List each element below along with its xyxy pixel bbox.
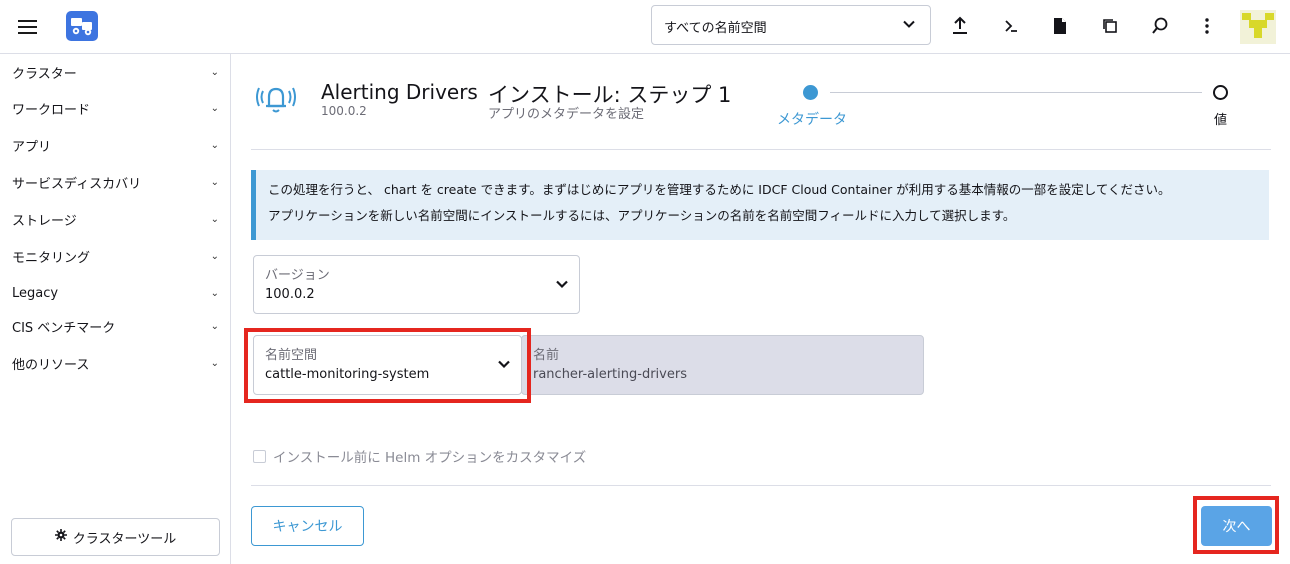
namespace-select[interactable]: 名前空間 cattle-monitoring-system [253, 335, 522, 395]
chevron-down-icon: ⌄ [210, 66, 219, 78]
sidebar-item-label: ワークロード [12, 102, 91, 118]
chevron-down-icon: ⌄ [210, 176, 219, 188]
top-header: すべての名前空間 [0, 0, 1290, 54]
info-banner-line: この処理を行うと、 chart を create できます。まずはじめにアプリを… [268, 182, 1171, 197]
sidebar-item-legacy[interactable]: Legacy ⌄ [0, 278, 231, 308]
chevron-down-icon [555, 277, 569, 295]
sidebar-item-cis-benchmark[interactable]: CIS ベンチマーク ⌄ [0, 311, 231, 341]
gear-icon [54, 529, 67, 545]
name-field: 名前 rancher-alerting-drivers [521, 335, 924, 395]
cluster-tools-label: クラスターツール [72, 531, 177, 547]
sidebar-item-label: モニタリング [12, 250, 91, 266]
namespace-label: 名前空間 [265, 348, 318, 363]
sidebar-item-label: ストレージ [12, 213, 77, 229]
helm-options-label: インストール前に Helm オプションをカスタマイズ [273, 450, 587, 466]
namespace-filter-select[interactable]: すべての名前空間 [651, 5, 931, 45]
file-icon[interactable] [1049, 14, 1071, 38]
sidebar-item-label: 他のリソース [12, 357, 90, 373]
chevron-down-icon: ⌄ [210, 357, 219, 369]
name-value: rancher-alerting-drivers [533, 367, 687, 382]
sidebar-item-label: CIS ベンチマーク [12, 320, 116, 336]
sidebar-item-label: サービスディスカバリ [12, 176, 142, 192]
namespace-filter-value: すべての名前空間 [664, 21, 767, 36]
helm-options-checkbox[interactable] [253, 449, 266, 463]
info-banner: この処理を行うと、 chart を create できます。まずはじめにアプリを… [251, 170, 1269, 240]
name-label: 名前 [533, 348, 560, 363]
info-banner-line: アプリケーションを新しい名前空間にインストールするには、アプリケーションの名前を… [268, 208, 1016, 223]
step-indicator-metadata[interactable] [803, 85, 818, 100]
sidebar-item-label: アプリ [12, 139, 52, 155]
helm-options-checkbox-row[interactable]: インストール前に Helm オプションをカスタマイズ [253, 446, 586, 466]
divider [251, 485, 1271, 486]
terminal-icon[interactable] [1000, 14, 1022, 38]
more-vert-icon[interactable] [1196, 14, 1218, 38]
divider [251, 149, 1271, 150]
step-label-metadata[interactable]: メタデータ [777, 109, 847, 129]
chevron-down-icon: ⌄ [210, 213, 219, 225]
alarm-bell-icon [256, 78, 296, 118]
next-button[interactable]: 次へ [1201, 506, 1272, 546]
sidebar-item-monitoring[interactable]: モニタリング ⌄ [0, 241, 231, 271]
sidebar-item-service-discovery[interactable]: サービスディスカバリ ⌄ [0, 167, 231, 197]
menu-icon[interactable] [18, 17, 40, 37]
chart-title: Alerting Drivers [321, 80, 478, 104]
step-connector [830, 92, 1202, 93]
sidebar-item-storage[interactable]: ストレージ ⌄ [0, 204, 231, 234]
search-icon[interactable] [1149, 14, 1171, 38]
step-label-values[interactable]: 値 [1214, 109, 1227, 128]
chevron-down-icon: ⌄ [210, 320, 219, 332]
chevron-down-icon [497, 357, 511, 375]
sidebar-item-other-resources[interactable]: 他のリソース ⌄ [0, 348, 231, 378]
app-logo-icon[interactable] [66, 11, 98, 41]
upload-icon[interactable] [949, 14, 971, 38]
sidebar-item-workload[interactable]: ワークロード ⌄ [0, 93, 231, 123]
chart-version: 100.0.2 [321, 104, 367, 118]
sidebar-item-label: クラスター [12, 66, 77, 82]
sidebar-item-cluster[interactable]: クラスター ⌄ [0, 57, 231, 87]
chevron-down-icon: ⌄ [210, 287, 219, 299]
chevron-down-icon: ⌄ [210, 139, 219, 151]
avatar[interactable] [1240, 10, 1276, 44]
cluster-tools-button[interactable]: クラスターツール [11, 518, 220, 556]
cancel-button[interactable]: キャンセル [251, 506, 364, 546]
namespace-value: cattle-monitoring-system [265, 367, 430, 382]
sidebar-item-apps[interactable]: アプリ ⌄ [0, 130, 231, 160]
chevron-down-icon [902, 17, 916, 35]
version-value: 100.0.2 [265, 287, 315, 302]
chevron-down-icon: ⌄ [210, 102, 219, 114]
sidebar-item-label: Legacy [12, 285, 59, 301]
copy-icon[interactable] [1099, 14, 1121, 38]
step-indicator-values[interactable] [1213, 85, 1228, 100]
wizard-subtitle: アプリのメタデータを設定 [488, 107, 645, 122]
chevron-down-icon: ⌄ [210, 250, 219, 262]
version-label: バージョン [265, 268, 330, 283]
sidebar: クラスター ⌄ ワークロード ⌄ アプリ ⌄ サービスディスカバリ ⌄ ストレー… [0, 54, 231, 564]
version-select[interactable]: バージョン 100.0.2 [253, 255, 580, 314]
